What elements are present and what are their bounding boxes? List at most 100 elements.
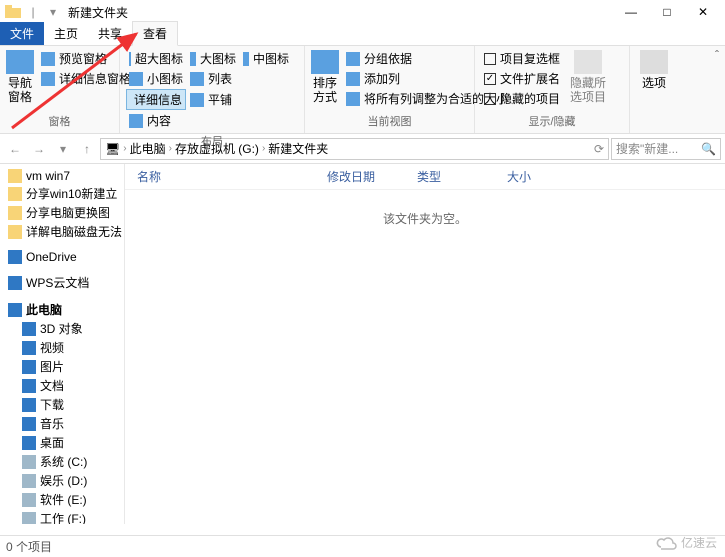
options-button[interactable]: 选项 (634, 48, 674, 92)
qat-dropdown-icon[interactable]: ▾ (44, 3, 62, 21)
group-icon (346, 52, 360, 66)
folder-icon (8, 225, 22, 239)
content-icon (129, 114, 143, 128)
tree-label: 详解电脑磁盘无法 (26, 223, 122, 240)
preview-icon (41, 52, 55, 66)
minimize-button[interactable]: — (613, 0, 649, 24)
md-icon (243, 52, 249, 66)
tab-file[interactable]: 文件 (0, 22, 44, 45)
options-label: 选项 (642, 76, 666, 90)
tree-label: 音乐 (40, 415, 64, 432)
sort-icon (311, 50, 339, 74)
tab-home[interactable]: 主页 (44, 22, 88, 45)
hidden-items-toggle[interactable]: 隐藏的项目 (481, 89, 563, 108)
tree-wps[interactable]: WPS云文档 (0, 273, 124, 292)
search-icon: 🔍 (701, 142, 716, 156)
tree-item[interactable]: 系统 (C:) (0, 452, 124, 471)
tiles-icon (190, 93, 204, 107)
tree-item[interactable]: 3D 对象 (0, 319, 124, 338)
collapse-ribbon-icon[interactable]: ˆ (715, 48, 719, 62)
lg-label: 大图标 (200, 50, 236, 67)
sm-icon (129, 72, 143, 86)
tree-item[interactable]: 软件 (E:) (0, 490, 124, 509)
nav-pane-button[interactable]: 导航窗格 (4, 48, 36, 107)
tree-item[interactable]: 下载 (0, 395, 124, 414)
tree-item[interactable]: 音乐 (0, 414, 124, 433)
maximize-button[interactable]: □ (649, 0, 685, 24)
tree-pc[interactable]: 此电脑 (0, 300, 124, 319)
content-label: 内容 (147, 112, 171, 129)
cloud-icon (8, 276, 22, 290)
group-label: 分组依据 (364, 50, 412, 67)
tree-onedrive[interactable]: OneDrive (0, 249, 124, 265)
layout-md[interactable]: 中图标 (240, 49, 292, 68)
tree-label: 系统 (C:) (40, 453, 87, 470)
back-button[interactable]: ← (4, 138, 26, 160)
layout-content[interactable]: 内容 (126, 111, 178, 130)
hide-icon (574, 50, 602, 74)
forward-button[interactable]: → (28, 138, 50, 160)
tree-item[interactable]: 详解电脑磁盘无法 (0, 222, 124, 241)
tree-item[interactable]: 娱乐 (D:) (0, 471, 124, 490)
tree-item[interactable]: vm win7 (0, 168, 124, 184)
tab-share[interactable]: 共享 (88, 22, 132, 45)
group-layout-label: 布局 (124, 131, 300, 151)
search-placeholder: 搜索"新建... (616, 140, 678, 157)
up-button[interactable]: ↑ (76, 138, 98, 160)
layout-lg[interactable]: 大图标 (187, 49, 239, 68)
col-type[interactable]: 类型 (417, 168, 507, 185)
tree-item[interactable]: 分享win10新建立 (0, 184, 124, 203)
refresh-icon[interactable]: ⟳ (594, 142, 604, 156)
search-input[interactable]: 搜索"新建... 🔍 (611, 138, 721, 160)
watermark: 亿速云 (655, 534, 717, 551)
sort-button[interactable]: 排序方式 (309, 48, 341, 107)
nav-tree[interactable]: vm win7 分享win10新建立 分享电脑更换图 详解电脑磁盘无法 OneD… (0, 164, 125, 524)
hide-selected-button: 隐藏所选项目 (565, 48, 611, 107)
layout-list[interactable]: 列表 (187, 69, 239, 88)
documents-icon (22, 379, 36, 393)
addcol-label: 添加列 (364, 70, 400, 87)
col-name[interactable]: 名称 (137, 168, 327, 185)
tab-view[interactable]: 查看 (132, 21, 178, 46)
group-current-label: 当前视图 (309, 111, 470, 131)
file-ext-toggle[interactable]: ✓文件扩展名 (481, 69, 563, 88)
options-icon (640, 50, 668, 74)
xl-label: 超大图标 (135, 50, 183, 67)
cloud-icon (8, 250, 22, 264)
downloads-icon (22, 398, 36, 412)
list-label: 列表 (208, 70, 232, 87)
window-title: 新建文件夹 (68, 4, 128, 21)
layout-sm[interactable]: 小图标 (126, 69, 186, 88)
layout-details[interactable]: 详细信息 (126, 89, 186, 110)
details-pane-icon (41, 72, 55, 86)
tree-label: 文档 (40, 377, 64, 394)
tree-label: 3D 对象 (40, 320, 83, 337)
sm-label: 小图标 (147, 70, 183, 87)
item-checkboxes-toggle[interactable]: 项目复选框 (481, 49, 563, 68)
tree-item[interactable]: 图片 (0, 357, 124, 376)
details-label: 详细信息 (134, 91, 182, 108)
pc-icon (8, 303, 22, 317)
layout-tiles[interactable]: 平铺 (187, 89, 247, 110)
tree-item[interactable]: 桌面 (0, 433, 124, 452)
qat-divider: | (24, 3, 42, 21)
col-date[interactable]: 修改日期 (327, 168, 417, 185)
recent-dropdown[interactable]: ▾ (52, 138, 74, 160)
tree-label: 桌面 (40, 434, 64, 451)
group-showhide-label: 显示/隐藏 (479, 111, 625, 131)
tree-label: OneDrive (26, 250, 77, 264)
tree-item[interactable]: 文档 (0, 376, 124, 395)
tree-label: WPS云文档 (26, 274, 89, 291)
col-size[interactable]: 大小 (507, 168, 577, 185)
layout-xl[interactable]: 超大图标 (126, 49, 186, 68)
tree-item[interactable]: 视频 (0, 338, 124, 357)
close-button[interactable]: ✕ (685, 0, 721, 24)
tree-item[interactable]: 分享电脑更换图 (0, 203, 124, 222)
sort-label: 排序方式 (311, 76, 339, 105)
tree-item[interactable]: 工作 (F:) (0, 509, 124, 524)
tree-label: 此电脑 (26, 301, 62, 318)
folder-icon (4, 3, 22, 21)
hidden-label: 隐藏的项目 (500, 90, 560, 107)
status-items: 0 个项目 (6, 538, 52, 555)
3d-icon (22, 322, 36, 336)
